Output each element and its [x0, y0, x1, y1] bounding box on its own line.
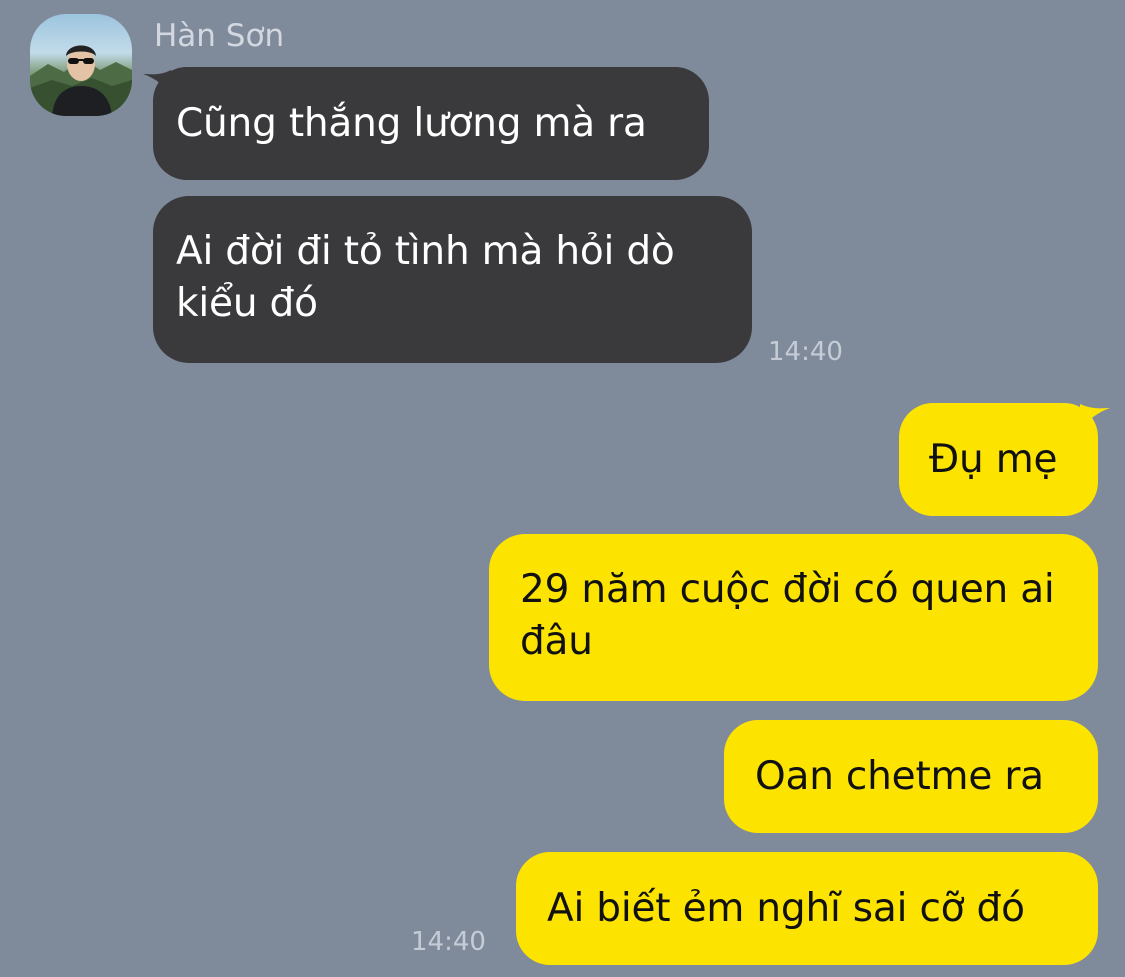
incoming-message-bubble[interactable]: Ai đời đi tỏ tình mà hỏi dò kiểu đó [153, 196, 752, 363]
outgoing-message-bubble[interactable]: Đụ mẹ [899, 403, 1098, 516]
message-text: Ai biết ẻm nghĩ sai cỡ đó [547, 886, 1025, 931]
incoming-timestamp: 14:40 [768, 337, 843, 367]
message-text: Đụ mẹ [929, 437, 1058, 482]
message-text: Cũng thắng lương mà ra [176, 101, 647, 146]
outgoing-message-bubble[interactable]: 29 năm cuộc đời có quen ai đâu [489, 534, 1098, 701]
sender-name: Hàn Sơn [154, 18, 285, 54]
message-text: 29 năm cuộc đời có quen ai đâu [520, 567, 1055, 664]
outgoing-message-bubble[interactable]: Oan chetme ra [724, 720, 1098, 833]
message-text: Ai đời đi tỏ tình mà hỏi dò kiểu đó [176, 229, 675, 326]
outgoing-message-bubble[interactable]: Ai biết ẻm nghĩ sai cỡ đó [516, 852, 1098, 965]
outgoing-timestamp: 14:40 [411, 927, 486, 957]
contact-avatar[interactable] [30, 14, 132, 116]
incoming-message-bubble[interactable]: Cũng thắng lương mà ra [153, 67, 709, 180]
profile-photo-icon [30, 45, 132, 116]
message-text: Oan chetme ra [755, 754, 1044, 799]
